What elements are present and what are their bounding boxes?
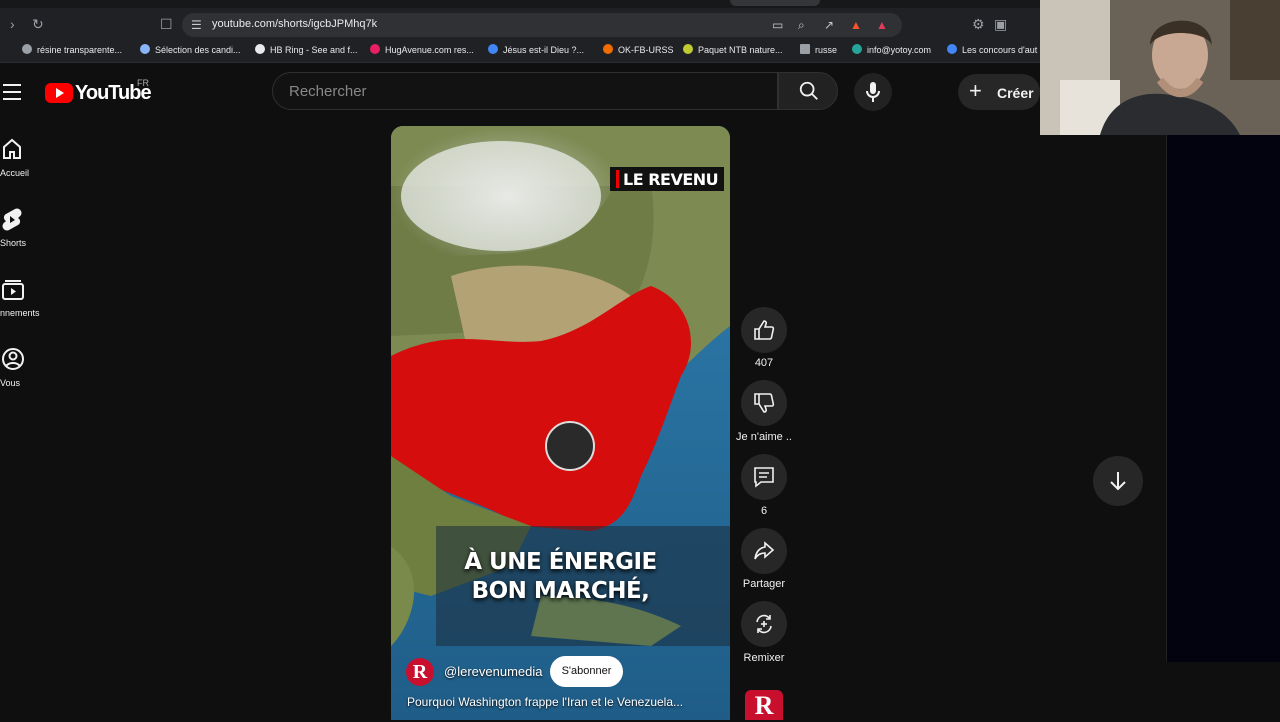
- comment-count: 6: [760, 505, 768, 517]
- share-button[interactable]: [741, 528, 787, 574]
- search-button[interactable]: [778, 72, 838, 110]
- zoom-icon[interactable]: ⌕: [798, 17, 805, 33]
- caption-line: BON MARCHÉ,: [471, 578, 650, 604]
- forward-icon[interactable]: ›: [10, 15, 15, 33]
- share-page-icon[interactable]: ↗: [824, 17, 834, 33]
- bookmark-item[interactable]: info@yotoy.com: [852, 44, 931, 55]
- bookmark-item[interactable]: Sélection des candi...: [140, 44, 241, 55]
- channel-thumbnail[interactable]: R: [745, 690, 783, 720]
- create-button[interactable]: + Créer: [958, 74, 1040, 110]
- sidebar-item-label: Shorts: [0, 238, 27, 248]
- microphone-icon: [866, 82, 880, 102]
- shorts-video-player[interactable]: LE REVENU À UNE ÉNERGIE BON MARCHÉ, R @l…: [391, 126, 730, 720]
- channel-row: R @lerevenumedia S'abonner: [406, 656, 726, 688]
- bookmark-item[interactable]: Les concours d'aut: [947, 44, 1037, 55]
- remix-icon: [756, 614, 772, 634]
- plus-icon: +: [969, 78, 982, 103]
- sidebar-item-subscriptions[interactable]: nnements: [0, 278, 64, 334]
- bookmark-favicon-icon: [140, 44, 150, 54]
- bookmark-item[interactable]: résine transparente...: [22, 44, 122, 55]
- youtube-play-icon: [45, 83, 73, 103]
- subscribe-button[interactable]: S'abonner: [550, 656, 623, 687]
- reload-icon[interactable]: ↻: [32, 15, 44, 33]
- channel-handle[interactable]: @lerevenumedia: [444, 664, 542, 679]
- search-icon: [799, 81, 818, 100]
- webcam-image: [1040, 0, 1280, 135]
- you-icon: [2, 348, 24, 370]
- comments-button[interactable]: [741, 454, 787, 500]
- overlay-panel: [1166, 135, 1280, 662]
- thumbs-down-icon: [754, 393, 775, 413]
- bookmark-icon[interactable]: ☐: [160, 15, 173, 33]
- bookmark-favicon-icon: [370, 44, 380, 54]
- sidebar-item-label: Accueil: [0, 168, 30, 178]
- video-caption: À UNE ÉNERGIE BON MARCHÉ,: [391, 548, 730, 606]
- bookmark-favicon-icon: [852, 44, 862, 54]
- video-title[interactable]: Pourquoi Washington frappe l'Iran et le …: [407, 695, 683, 709]
- bookmark-item[interactable]: Jésus est-il Dieu ?...: [488, 44, 584, 55]
- remix-button[interactable]: [741, 601, 787, 647]
- bookmark-folder[interactable]: russe: [800, 44, 837, 55]
- region-code: FR: [137, 78, 149, 88]
- caption-line: À UNE ÉNERGIE: [464, 549, 657, 575]
- search-input[interactable]: [287, 82, 771, 101]
- create-label: Créer: [997, 85, 1034, 101]
- like-button[interactable]: [741, 307, 787, 353]
- share-label: Partager: [742, 578, 786, 590]
- brand-watermark: LE REVENU: [610, 167, 725, 191]
- sidebar-toggle-icon[interactable]: ▣: [994, 15, 1007, 33]
- comment-icon: [754, 467, 774, 488]
- share-icon: [754, 541, 775, 560]
- arrow-down-icon: [1110, 472, 1126, 491]
- dislike-button[interactable]: [741, 380, 787, 426]
- bookmark-item[interactable]: Paquet NTB nature...: [683, 44, 783, 55]
- like-count: 407: [754, 357, 774, 369]
- site-settings-icon[interactable]: ☰: [191, 17, 202, 33]
- thumbs-up-icon: [754, 320, 775, 340]
- active-tab[interactable]: [730, 0, 820, 6]
- brave-rewards-icon[interactable]: ▲: [876, 17, 888, 33]
- sidebar-item-label: nnements: [0, 308, 40, 318]
- remix-label: Remixer: [743, 652, 785, 664]
- bookmark-favicon-icon: [488, 44, 498, 54]
- sidebar-item-you[interactable]: Vous: [0, 348, 64, 404]
- subscriptions-icon: [2, 280, 24, 300]
- cast-icon[interactable]: ▭: [772, 17, 783, 33]
- folder-icon: [800, 44, 810, 54]
- portrait-badge: [545, 421, 595, 471]
- bookmark-item[interactable]: HB Ring - See and f...: [255, 44, 358, 55]
- dislike-label: Je n'aime ..: [736, 431, 792, 443]
- voice-search-button[interactable]: [854, 73, 892, 111]
- bookmark-item[interactable]: HugAvenue.com res...: [370, 44, 474, 55]
- bookmark-favicon-icon: [255, 44, 265, 54]
- bookmark-item[interactable]: OK-FB-URSS: [603, 44, 674, 55]
- home-icon: [3, 138, 21, 159]
- brave-shield-icon[interactable]: ▲: [850, 17, 862, 33]
- shorts-icon: [2, 208, 22, 231]
- search-box[interactable]: [272, 72, 778, 110]
- bookmark-favicon-icon: [603, 44, 613, 54]
- channel-avatar[interactable]: R: [406, 658, 434, 686]
- address-bar[interactable]: ☰ youtube.com/shorts/igcbJPMhq7k ▭ ⌕ ↗ ▲…: [182, 13, 902, 37]
- brand-watermark-text: LE REVENU: [623, 169, 719, 189]
- next-video-button[interactable]: [1093, 456, 1143, 506]
- sidebar-item-shorts[interactable]: Shorts: [0, 208, 64, 264]
- webcam-overlay: [1040, 0, 1280, 135]
- bookmark-favicon-icon: [947, 44, 957, 54]
- bookmark-favicon-icon: [683, 44, 693, 54]
- url-text: youtube.com/shorts/igcbJPMhq7k: [212, 18, 378, 30]
- extensions-icon[interactable]: ⚙: [972, 15, 985, 33]
- sidebar-item-home[interactable]: Accueil: [0, 138, 64, 194]
- menu-icon[interactable]: [3, 84, 21, 100]
- sidebar-item-label: Vous: [0, 378, 21, 388]
- bookmark-favicon-icon: [22, 44, 32, 54]
